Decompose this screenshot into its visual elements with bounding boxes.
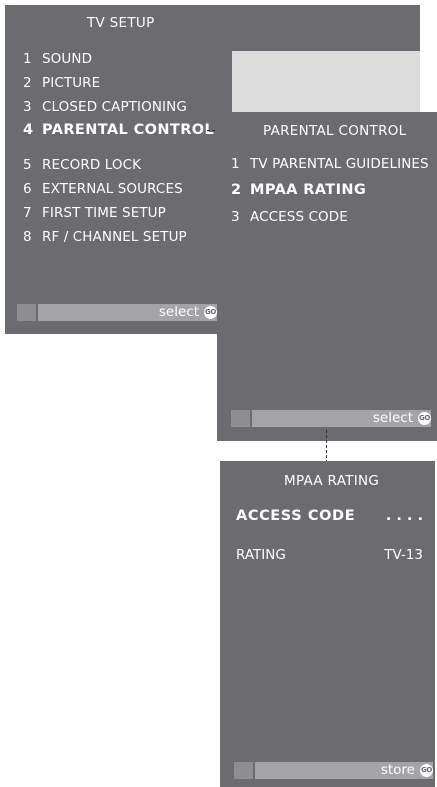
menu-item-access-code[interactable]: 3 ACCESS CODE <box>231 209 348 225</box>
menu-item-number: 1 <box>23 51 32 67</box>
access-code-label: ACCESS CODE <box>236 508 356 524</box>
parental-control-menu: PARENTAL CONTROL 1 TV PARENTAL GUIDELINES… <box>217 112 437 441</box>
menu-item-picture[interactable]: 2 PICTURE <box>23 75 100 91</box>
go-icon: GO <box>420 764 433 777</box>
menu-item-label: MPAA RATING <box>250 182 367 198</box>
menu-item-number: 5 <box>23 157 32 173</box>
access-code-field[interactable]: . . . . <box>386 508 423 524</box>
menu-item-number: 1 <box>231 156 240 172</box>
mpaa-rating-status-bar: store GO <box>234 762 433 779</box>
mpaa-rating-menu: MPAA RATING ACCESS CODE . . . . RATING T… <box>220 461 435 787</box>
menu-item-mpaa-rating[interactable]: 2 MPAA RATING <box>231 182 366 198</box>
menu-item-number: 7 <box>23 205 32 221</box>
menu-item-label: RECORD LOCK <box>42 157 142 173</box>
menu-item-closed-captioning[interactable]: 3 CLOSED CAPTIONING <box>23 99 187 115</box>
menu-item-record-lock[interactable]: 5 RECORD LOCK <box>23 157 141 173</box>
menu-item-number: 4 <box>23 122 34 138</box>
connector-line <box>326 430 327 463</box>
parental-control-status-bar: select GO <box>231 410 431 427</box>
parental-control-title: PARENTAL CONTROL <box>263 123 407 139</box>
menu-item-label: RF / CHANNEL SETUP <box>42 229 187 245</box>
menu-item-label: ACCESS CODE <box>250 209 348 225</box>
store-hint: store <box>380 762 415 778</box>
menu-item-tv-parental-guidelines[interactable]: 1 TV PARENTAL GUIDELINES <box>231 156 429 172</box>
menu-item-number: 8 <box>23 229 32 245</box>
menu-item-label: FIRST TIME SETUP <box>42 205 166 221</box>
menu-item-label: CLOSED CAPTIONING <box>42 99 187 115</box>
tv-setup-title: TV SETUP <box>87 15 155 31</box>
menu-item-label: EXTERNAL SOURCES <box>42 181 183 197</box>
menu-item-external-sources[interactable]: 6 EXTERNAL SOURCES <box>23 181 183 197</box>
rating-value[interactable]: TV-13 <box>384 547 423 563</box>
menu-item-label: PICTURE <box>42 75 101 91</box>
menu-item-number: 3 <box>23 99 32 115</box>
mpaa-rating-title: MPAA RATING <box>284 473 380 489</box>
menu-item-parental-control[interactable]: 4 PARENTAL CONTROL <box>23 122 214 138</box>
go-icon: GO <box>204 306 217 319</box>
menu-item-label: TV PARENTAL GUIDELINES <box>250 156 429 172</box>
menu-item-label: PARENTAL CONTROL <box>42 122 215 138</box>
menu-item-rf-channel-setup[interactable]: 8 RF / CHANNEL SETUP <box>23 229 187 245</box>
menu-item-sound[interactable]: 1 SOUND <box>23 51 92 67</box>
menu-item-first-time-setup[interactable]: 7 FIRST TIME SETUP <box>23 205 166 221</box>
select-hint: select <box>372 410 413 426</box>
status-bar-segment <box>231 410 252 427</box>
preview-area <box>232 51 420 121</box>
go-icon: GO <box>418 412 431 425</box>
menu-item-number: 6 <box>23 181 32 197</box>
tv-setup-status-bar: select GO <box>17 304 217 321</box>
menu-item-label: SOUND <box>42 51 93 67</box>
rating-label: RATING <box>236 547 286 563</box>
select-hint: select <box>158 304 199 320</box>
menu-item-number: 3 <box>231 209 240 225</box>
status-bar-segment <box>17 304 38 321</box>
menu-item-number: 2 <box>231 182 242 198</box>
menu-item-number: 2 <box>23 75 32 91</box>
status-bar-segment <box>234 762 255 779</box>
